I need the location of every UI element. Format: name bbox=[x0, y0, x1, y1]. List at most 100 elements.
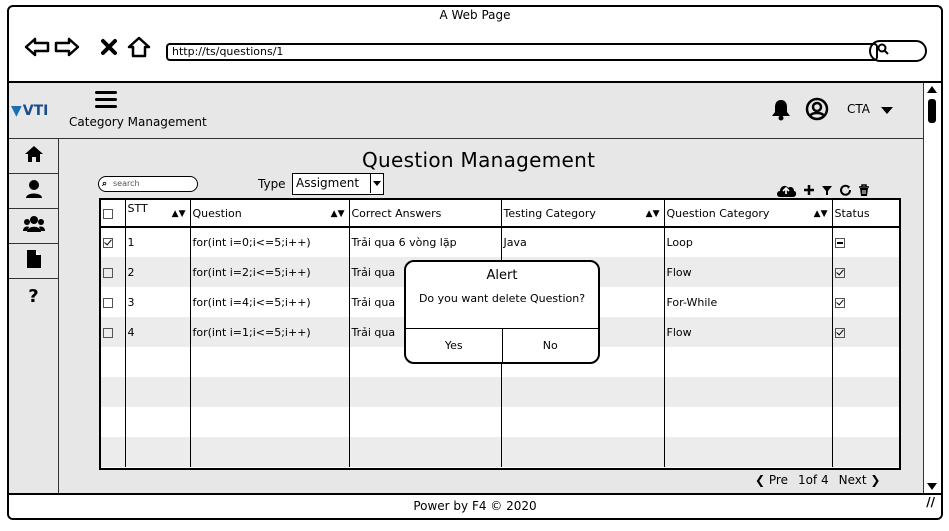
sidebar-item-help[interactable]: ? bbox=[9, 279, 58, 314]
page-title: Question Management bbox=[362, 148, 596, 172]
sidebar-item-user[interactable] bbox=[9, 174, 58, 209]
question-cell: for(int i=2;i<=5;i++) bbox=[190, 257, 350, 287]
type-select[interactable]: Assigment bbox=[292, 173, 384, 195]
question-cell: for(int i=4;i<=5;i++) bbox=[190, 287, 350, 317]
resize-handle-icon[interactable]: // bbox=[926, 491, 935, 514]
stt-cell bbox=[125, 347, 191, 377]
header-question-category[interactable]: Question Category ▲▼ bbox=[664, 200, 833, 228]
row-checkbox[interactable] bbox=[103, 267, 113, 278]
chevron-down-icon[interactable] bbox=[370, 174, 383, 193]
scroll-up-icon[interactable] bbox=[927, 86, 937, 93]
prev-page-button[interactable]: ❮ Pre bbox=[755, 473, 788, 487]
hamburger-icon[interactable] bbox=[95, 91, 117, 109]
footer-text: Power by F4 © 2020 bbox=[413, 499, 537, 513]
row-select-cell bbox=[101, 227, 126, 257]
question-cell: for(int i=0;i<=5;i++) bbox=[190, 227, 350, 257]
logo: ▼ VTI bbox=[9, 95, 59, 127]
question-cell: for(int i=1;i<=5;i++) bbox=[190, 317, 350, 347]
yes-button[interactable]: Yes bbox=[406, 329, 503, 362]
row-select-cell bbox=[101, 347, 126, 377]
sort-icon[interactable]: ▲▼ bbox=[814, 209, 828, 219]
question-category-cell bbox=[664, 437, 833, 467]
search-icon: ⌕ bbox=[102, 179, 108, 189]
prev-label: Pre bbox=[768, 473, 788, 487]
type-select-value: Assigment bbox=[296, 176, 360, 190]
footer: Power by F4 © 2020 // bbox=[9, 493, 941, 518]
status-checkbox[interactable] bbox=[834, 238, 845, 248]
question-category-cell: Flow bbox=[664, 317, 833, 347]
stt-cell bbox=[125, 377, 191, 407]
filter-icon[interactable] bbox=[821, 181, 833, 199]
status-checkbox[interactable] bbox=[834, 267, 845, 278]
next-page-button[interactable]: Next ❯ bbox=[839, 473, 881, 487]
question-cell bbox=[190, 377, 350, 407]
scroll-down-icon[interactable] bbox=[927, 483, 937, 490]
status-checkbox[interactable] bbox=[834, 327, 845, 338]
header-label: Testing Category bbox=[503, 206, 596, 220]
page-info: 1of 4 bbox=[797, 473, 829, 487]
header-testing-category[interactable]: Testing Category ▲▼ bbox=[501, 200, 665, 228]
question-category-cell bbox=[664, 407, 833, 437]
search-input[interactable]: ⌕ search bbox=[98, 176, 198, 192]
sidebar-item-home[interactable] bbox=[9, 139, 58, 174]
header-status[interactable]: Status bbox=[832, 200, 899, 228]
chevron-down-icon[interactable] bbox=[881, 107, 893, 114]
header-label: Correct Answers bbox=[351, 206, 442, 220]
question-category-cell bbox=[664, 377, 833, 407]
browser-search-button[interactable] bbox=[869, 40, 927, 62]
status-cell bbox=[832, 317, 899, 347]
answer-cell bbox=[349, 377, 502, 407]
select-all-checkbox[interactable] bbox=[103, 208, 113, 219]
scrollbar[interactable] bbox=[923, 83, 941, 493]
logo-text: VTI bbox=[22, 103, 49, 119]
sort-icon[interactable]: ▲▼ bbox=[331, 209, 345, 219]
status-cell bbox=[832, 377, 899, 407]
question-cell bbox=[190, 347, 350, 377]
testing-category-cell: Java bbox=[501, 227, 665, 257]
header-stt[interactable]: STT ▲▼ bbox=[125, 200, 191, 228]
sort-icon[interactable]: ▲▼ bbox=[172, 209, 186, 219]
scroll-thumb[interactable] bbox=[928, 99, 936, 123]
row-checkbox[interactable] bbox=[103, 327, 113, 338]
no-button[interactable]: No bbox=[503, 329, 599, 362]
sidebar-item-group[interactable] bbox=[9, 209, 58, 244]
sidebar-item-document[interactable] bbox=[9, 244, 58, 279]
status-cell bbox=[832, 437, 899, 467]
pagination: ❮ Pre 1of 4 Next ❯ bbox=[755, 473, 880, 487]
row-checkbox[interactable] bbox=[103, 238, 113, 248]
table-row[interactable] bbox=[101, 437, 899, 467]
row-select-cell bbox=[101, 257, 126, 287]
sort-icon[interactable]: ▲▼ bbox=[646, 209, 660, 219]
row-checkbox[interactable] bbox=[103, 297, 113, 308]
trash-icon[interactable] bbox=[858, 181, 870, 199]
forward-icon[interactable] bbox=[53, 33, 81, 61]
back-icon[interactable] bbox=[23, 33, 51, 61]
plus-icon[interactable] bbox=[803, 181, 815, 199]
status-checkbox[interactable] bbox=[834, 297, 845, 308]
close-icon[interactable] bbox=[95, 33, 123, 61]
question-cell bbox=[190, 437, 350, 467]
question-icon: ? bbox=[28, 286, 39, 307]
status-cell bbox=[832, 287, 899, 317]
cloud-icon[interactable] bbox=[775, 181, 797, 199]
table-row[interactable] bbox=[101, 407, 899, 437]
app-topbar: ▼ VTI Category Management CTA bbox=[9, 83, 923, 139]
testing-category-cell bbox=[501, 437, 665, 467]
header-select-all[interactable] bbox=[101, 200, 126, 228]
document-icon bbox=[26, 249, 42, 273]
user-name[interactable]: CTA bbox=[847, 102, 870, 116]
home-icon[interactable] bbox=[125, 33, 153, 61]
header-question[interactable]: Question ▲▼ bbox=[190, 200, 350, 228]
bell-icon[interactable] bbox=[771, 99, 791, 121]
browser-window: A Web Page http://ts/questions/1 ▼ VTI Ca… bbox=[7, 5, 943, 520]
table-row[interactable] bbox=[101, 377, 899, 407]
breadcrumb: Category Management bbox=[69, 115, 207, 129]
header-label: Question Category bbox=[666, 206, 770, 220]
table-row[interactable]: 1 for(int i=0;i<=5;i++) Trải qua 6 vòng lặ… bbox=[101, 227, 899, 257]
url-bar[interactable]: http://ts/questions/1 bbox=[166, 43, 878, 61]
user-icon[interactable] bbox=[805, 97, 829, 121]
refresh-icon[interactable] bbox=[839, 181, 852, 199]
header-correct-answers[interactable]: Correct Answers bbox=[349, 200, 502, 228]
app-area: ▼ VTI Category Management CTA ? Question… bbox=[9, 83, 941, 493]
status-cell bbox=[832, 257, 899, 287]
